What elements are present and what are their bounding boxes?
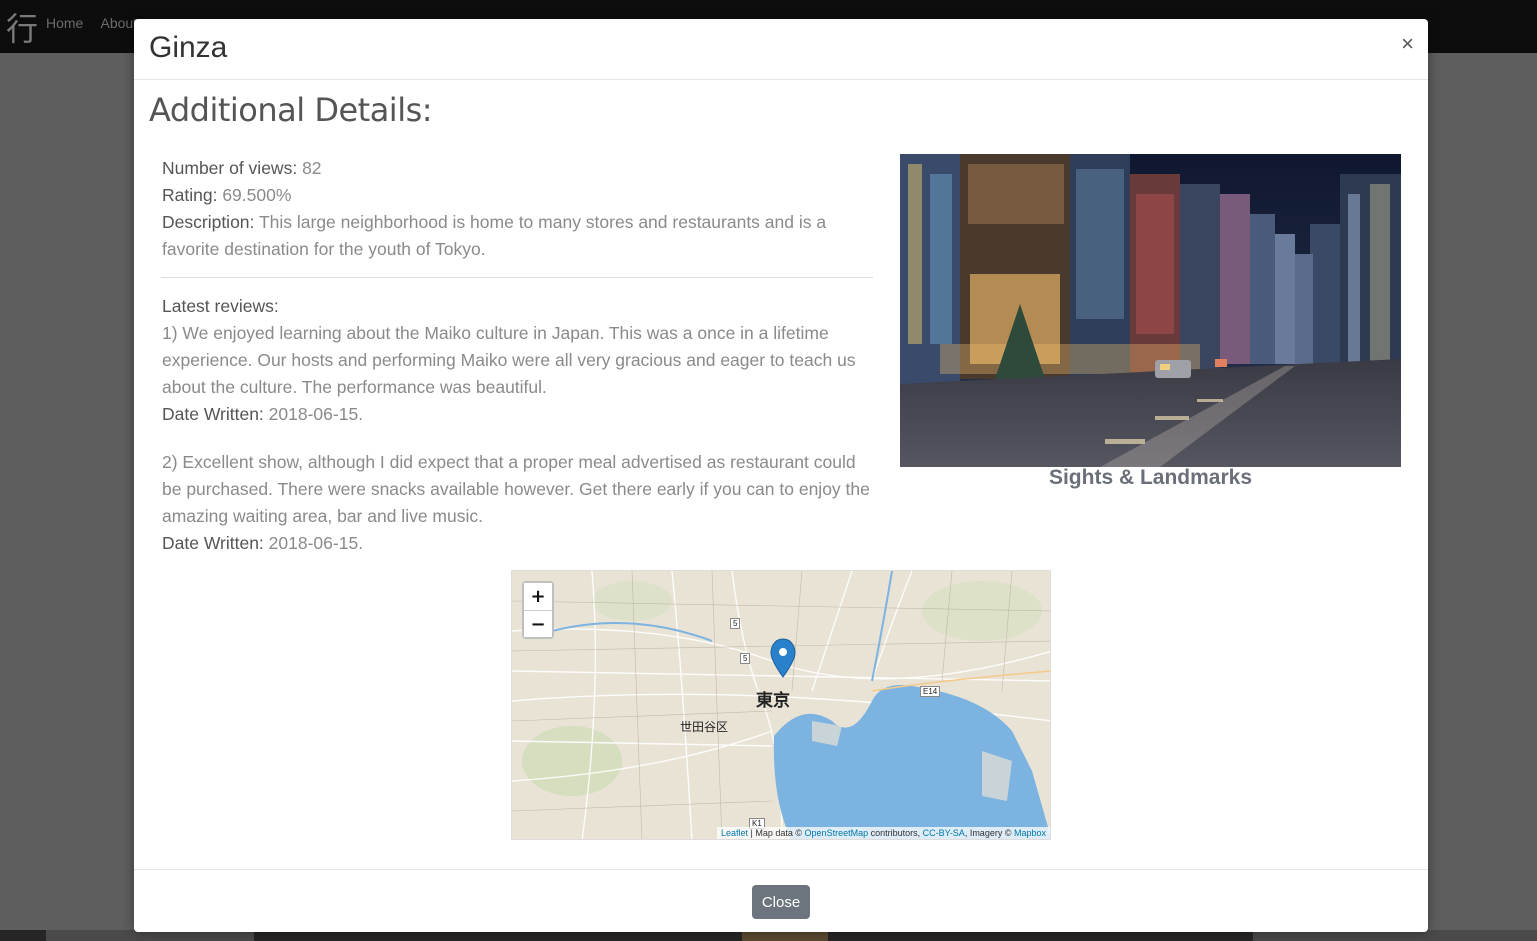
views-row: Number of views: 82 xyxy=(162,155,874,182)
review-item: 1) We enjoyed learning about the Maiko c… xyxy=(162,320,874,428)
reviews-heading: Latest reviews: xyxy=(162,296,279,316)
ginza-street-image xyxy=(900,154,1401,467)
review-text: 2) Excellent show, although I did expect… xyxy=(162,452,870,526)
attribution-text: | Map data © xyxy=(748,828,805,838)
road-label: 5 xyxy=(740,653,751,664)
review-item: 2) Excellent show, although I did expect… xyxy=(162,449,874,557)
site-logo: 行 xyxy=(6,10,39,48)
close-button[interactable]: Close xyxy=(752,885,810,919)
review-date-value: 2018-06-15. xyxy=(268,404,364,424)
location-photo xyxy=(900,154,1401,467)
road-label: 5 xyxy=(730,618,741,629)
nav-about: About xyxy=(100,15,138,31)
image-caption: Sights & Landmarks xyxy=(1048,466,1253,489)
review-date-label: Date Written: xyxy=(162,533,264,553)
description-value: This large neighborhood is home to many … xyxy=(162,212,827,259)
views-label: Number of views: xyxy=(162,158,298,178)
divider xyxy=(161,277,873,278)
modal-title: Ginza xyxy=(149,31,228,64)
review-date-label: Date Written: xyxy=(162,404,264,424)
leaflet-link[interactable]: Leaflet xyxy=(721,828,748,838)
map-attribution: Leaflet | Map data © OpenStreetMap contr… xyxy=(717,827,1050,839)
location-map[interactable]: 5 5 E14 K1 東京 世田谷区 + − Leaflet | Map dat… xyxy=(511,570,1051,840)
section-title: Additional Details: xyxy=(149,91,433,129)
rating-row: Rating: 69.500% xyxy=(162,182,874,209)
modal-header: Ginza × xyxy=(134,19,1428,80)
rating-label: Rating: xyxy=(162,185,218,205)
location-details-modal: Ginza × Additional Details: Number of vi… xyxy=(134,19,1428,932)
views-value: 82 xyxy=(302,158,322,178)
attribution-text: , Imagery © xyxy=(964,828,1014,838)
modal-close-x-button[interactable]: × xyxy=(1401,33,1414,55)
modal-footer: Close xyxy=(134,869,1428,932)
ward-label: 世田谷区 xyxy=(680,720,729,734)
attribution-text: contributors, xyxy=(868,828,923,838)
description-label: Description: xyxy=(162,212,255,232)
review-text: 1) We enjoyed learning about the Maiko c… xyxy=(162,323,856,397)
details-column: Number of views: 82 Rating: 69.500% Desc… xyxy=(161,155,874,578)
osm-link[interactable]: OpenStreetMap xyxy=(805,828,869,838)
road-label: E14 xyxy=(920,686,941,697)
nav-home: Home xyxy=(46,15,84,31)
zoom-out-button[interactable]: − xyxy=(524,610,552,637)
license-link[interactable]: CC-BY-SA xyxy=(923,828,965,838)
review-date-row: Date Written: 2018-06-15. xyxy=(162,530,874,557)
review-date-row: Date Written: 2018-06-15. xyxy=(162,401,874,428)
map-zoom-control: + − xyxy=(522,581,554,639)
review-date-value: 2018-06-15. xyxy=(268,533,364,553)
description-row: Description: This large neighborhood is … xyxy=(162,209,874,263)
mapbox-link[interactable]: Mapbox xyxy=(1014,828,1046,838)
rating-value: 69.500% xyxy=(222,185,292,205)
city-label: 東京 xyxy=(756,691,790,710)
zoom-in-button[interactable]: + xyxy=(524,583,552,610)
